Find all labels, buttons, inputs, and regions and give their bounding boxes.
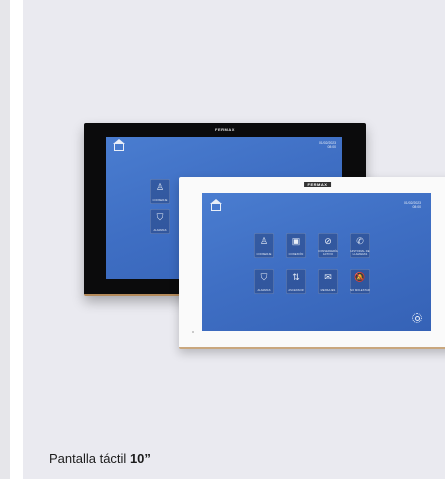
tile-label: ALARMAS [153,229,167,232]
tile-do-not-disturb[interactable]: 🔕 NO MOLESTAR [350,269,370,294]
gear-icon[interactable] [412,313,422,323]
home-icon [113,139,125,151]
datetime: 01/02/2023 08:00 [319,141,336,149]
caption-text: Pantalla táctil [49,451,130,466]
caption-size: 10” [129,451,151,466]
concierge-icon: ♙ [259,236,269,246]
tile-label: CONSERJE [152,199,168,202]
tile-concierge[interactable]: ♙ CONSERJE [150,179,170,204]
tile-concierge[interactable]: ♙ CONSERJE [254,233,274,258]
monitor-screen: 01/02/2023 08:00 ♙ CONSERJE ▣ CONEXIÓN ⊘… [202,193,431,331]
tile-alarms[interactable]: ⛉ ALARMAS [254,269,274,294]
tile-connection[interactable]: ▣ CONEXIÓN [286,233,306,258]
elevator-icon: ⇅ [292,272,300,282]
shield-icon: ⛉ [156,212,164,222]
home-icon [210,199,222,211]
tile-label: ASCENSOR [288,289,304,292]
monitor-white: FERMAX 01/02/2023 08:00 ♙ CONSERJE ▣ CON… [179,177,445,349]
tile-label: CONEXIÓN [288,253,304,256]
tile-concierge-active[interactable]: ⊘ CONSERJERÍA ACTIVO [318,233,338,258]
brand-logo: FERMAX [215,127,235,132]
phone-icon: ✆ [356,236,364,246]
tile-label: CONSERJERÍA ACTIVO [318,250,338,256]
time-text: 08:00 [412,205,422,209]
tile-call-history[interactable]: ✆ HISTORIAL DE LLAMADAS [350,233,370,258]
status-led [192,331,194,333]
bell-off-icon: 🔕 [354,272,366,282]
tile-label: CONSERJE [256,253,272,256]
tile-label: NO MOLESTAR [350,289,370,292]
tile-label: HISTORIAL DE LLAMADAS [350,250,370,256]
tile-elevator[interactable]: ⇅ ASCENSOR [286,269,306,294]
datetime: 01/02/2023 08:00 [404,201,421,209]
product-caption: Pantalla táctil 10” [49,451,151,466]
product-card: FERMAX 01/02/2023 08:00 ♙ CONSERJE ⛉ ALA… [23,0,445,479]
tile-alarms[interactable]: ⛉ ALARMAS [150,209,170,234]
do-not-disturb-icon: ⊘ [324,236,332,246]
tile-messages[interactable]: ✉ MENSAJES [318,269,338,294]
mail-icon: ✉ [324,272,332,282]
time-text: 08:00 [327,145,337,149]
tile-label: ALARMAS [257,289,271,292]
shield-icon: ⛉ [260,272,268,282]
intercom-icon: ▣ [291,236,301,246]
left-divider [0,0,10,479]
brand-logo: FERMAX [303,182,332,187]
tile-label: MENSAJES [320,289,336,292]
concierge-icon: ♙ [155,182,165,192]
